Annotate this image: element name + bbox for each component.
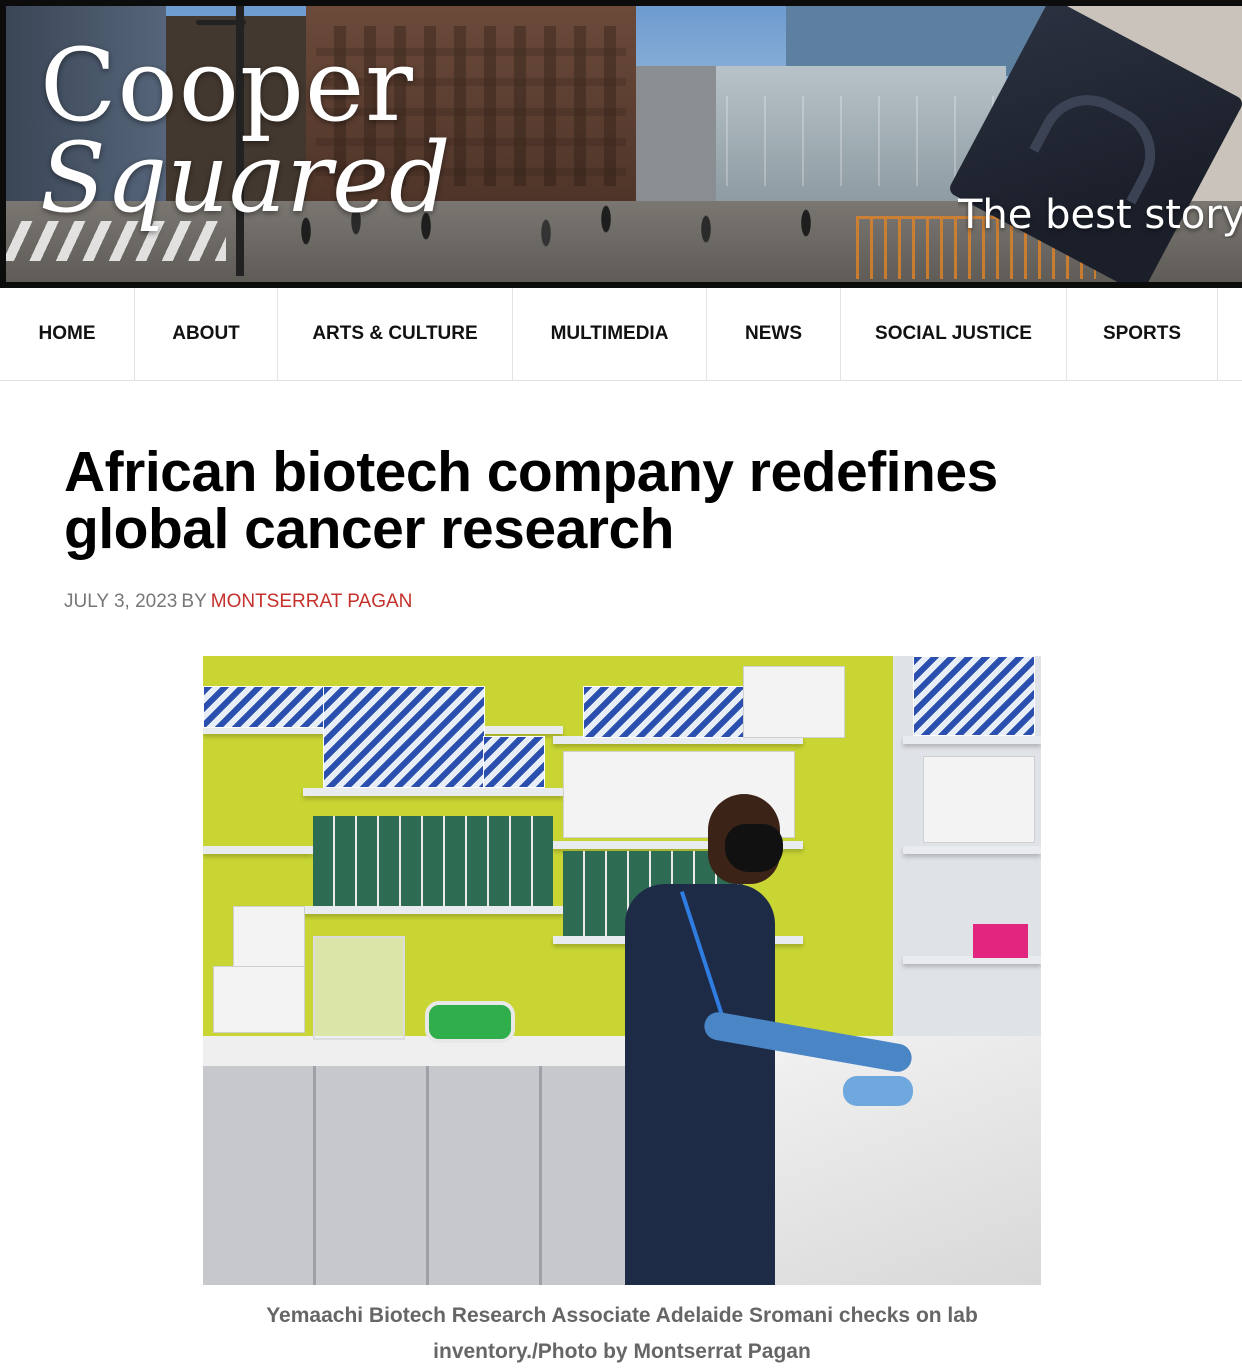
nav-item-about[interactable]: ABOUT: [135, 288, 278, 380]
nav-item-arts-culture[interactable]: ARTS & CULTURE: [278, 288, 513, 380]
image-caption: Yemaachi Biotech Research Associate Adel…: [266, 1304, 978, 1363]
nav-item-multimedia[interactable]: MULTIMEDIA: [513, 288, 707, 380]
article-date: JULY 3, 2023: [64, 591, 178, 612]
nav-item-home[interactable]: HOME: [0, 288, 135, 380]
nav-item-social-justice[interactable]: SOCIAL JUSTICE: [841, 288, 1067, 380]
article-meta: JULY 3, 2023 BY MONTSERRAT PAGAN: [64, 591, 412, 613]
site-tagline: The best storyt: [958, 192, 1242, 238]
article-title: African biotech company redefines global…: [64, 440, 998, 561]
site-logo[interactable]: Cooper Squared: [40, 27, 451, 234]
logo-line-squared: Squared: [40, 122, 451, 234]
logo-line-cooper: Cooper: [40, 27, 414, 144]
byline-label: BY: [181, 591, 207, 612]
nav-item-news[interactable]: NEWS: [707, 288, 841, 380]
main-navigation: HOME ABOUT ARTS & CULTURE MULTIMEDIA NEW…: [0, 288, 1242, 381]
site-header-banner: Cooper Squared The best storyt: [0, 0, 1242, 288]
author-link[interactable]: MONTSERRAT PAGAN: [211, 591, 413, 612]
nav-item-sports[interactable]: SPORTS: [1067, 288, 1218, 380]
featured-image: [203, 656, 1041, 1285]
